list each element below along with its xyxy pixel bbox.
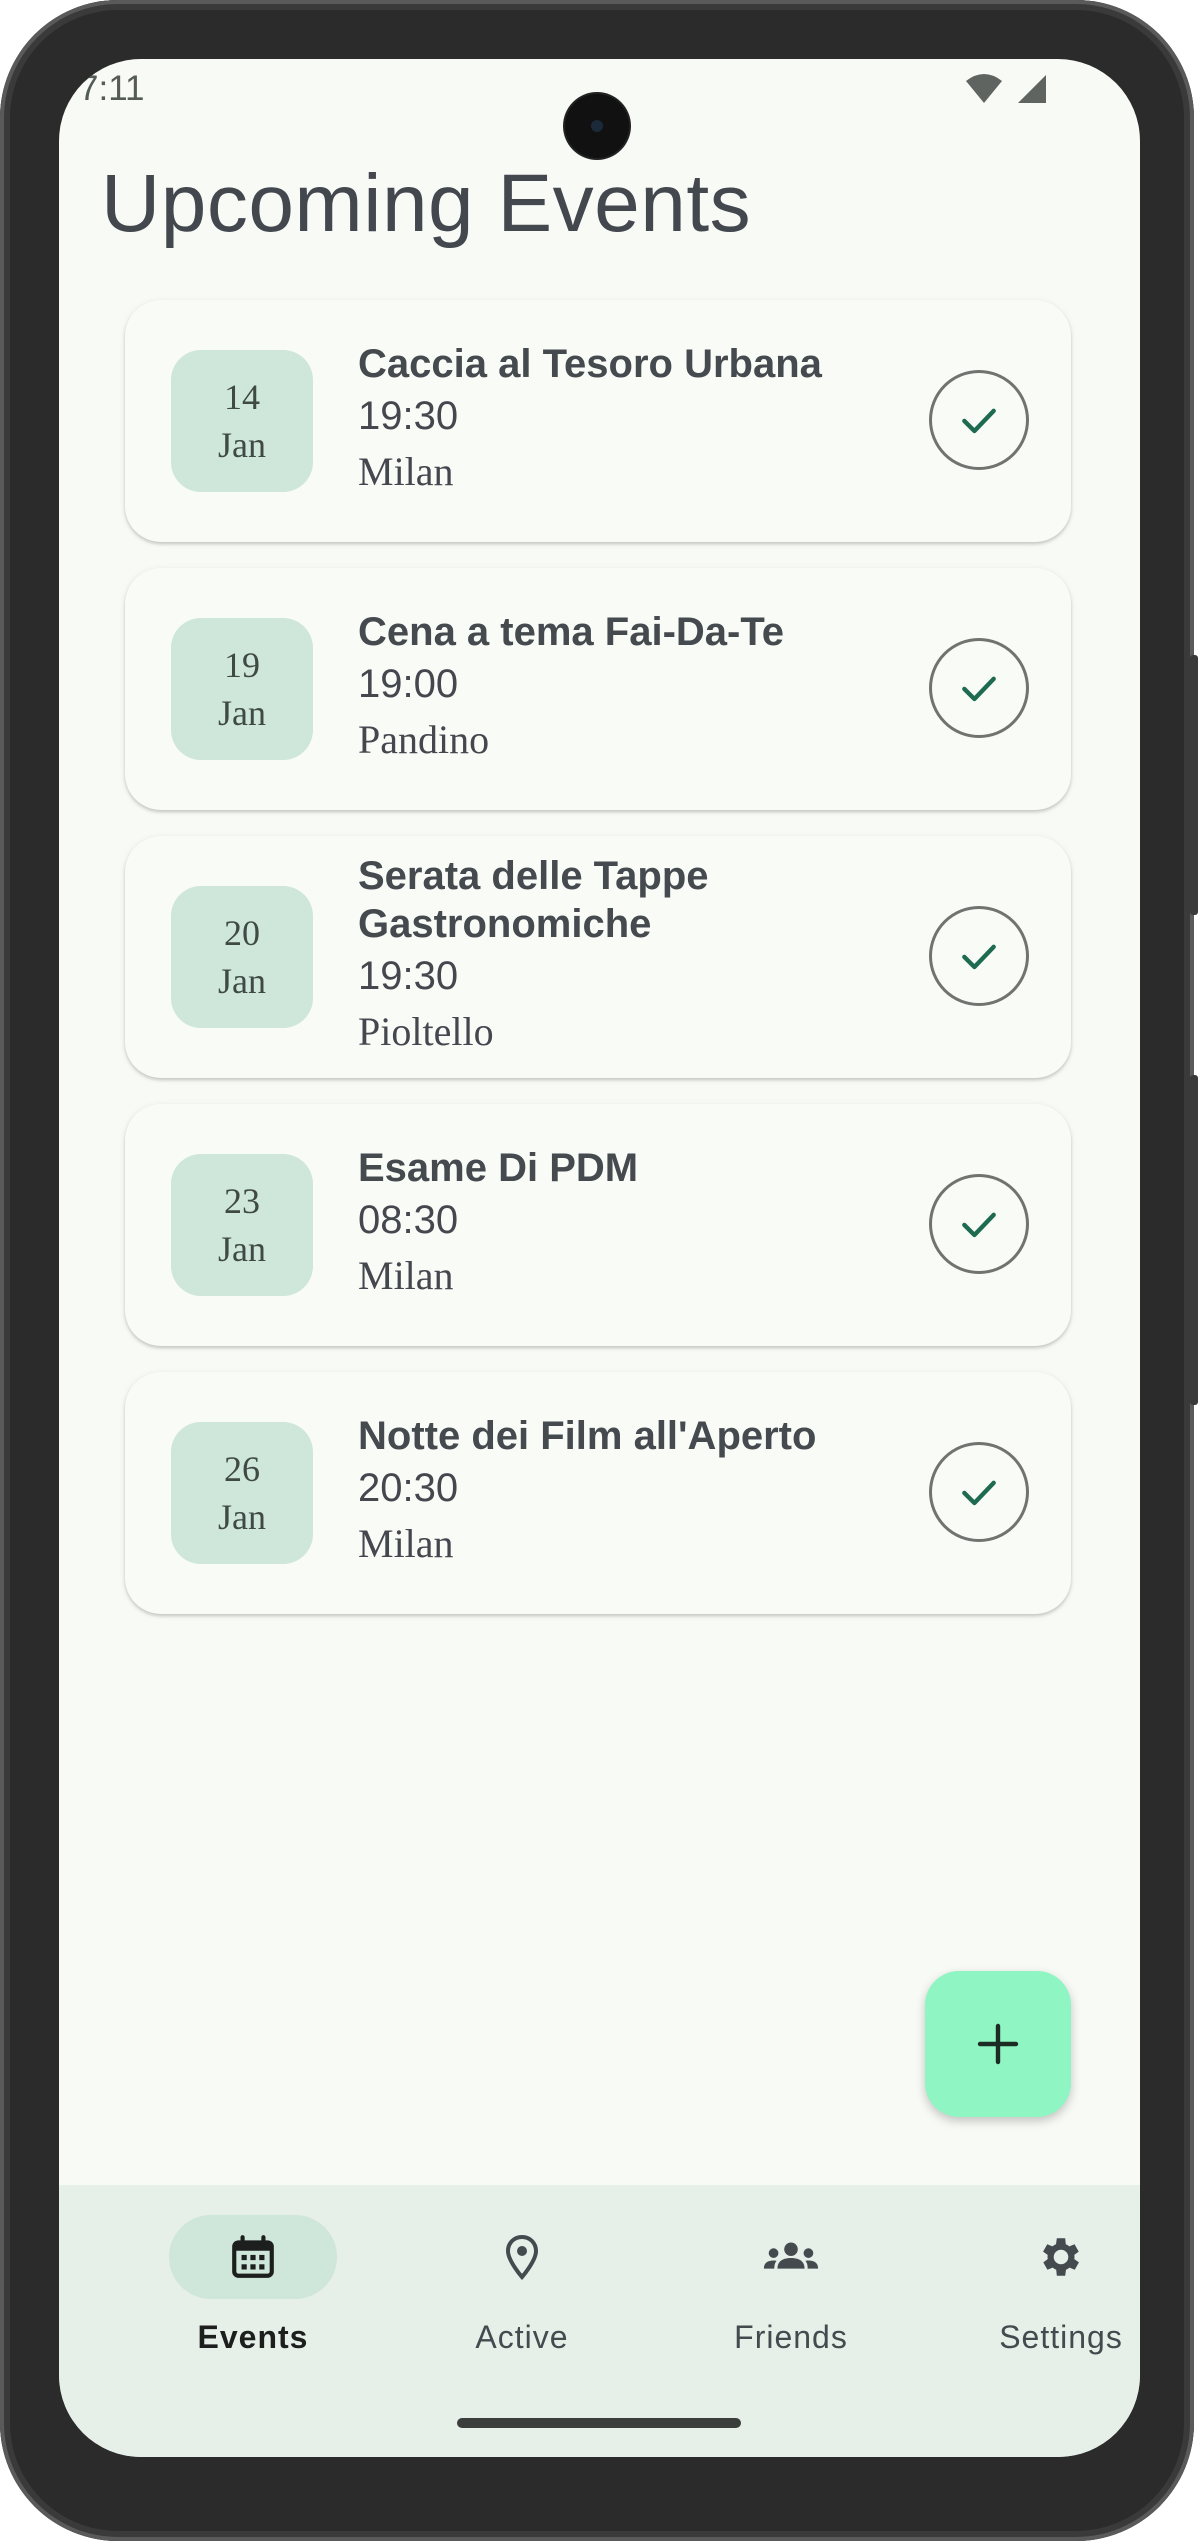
check-icon — [962, 676, 996, 702]
volume-button — [1190, 1075, 1198, 1405]
nav-item-events[interactable]: Events — [138, 2215, 368, 2356]
group-icon — [763, 2242, 819, 2269]
add-event-fab[interactable] — [925, 1971, 1071, 2117]
nav-item-friends[interactable]: Friends — [676, 2215, 906, 2356]
event-month: Jan — [218, 1229, 266, 1269]
event-title: Cena a tema Fai-Da-Te — [358, 610, 785, 654]
event-info: Cena a tema Fai-Da-Te 19:00 Pandino — [358, 608, 918, 768]
event-place: Milan — [358, 1253, 454, 1298]
event-place: Milan — [358, 1521, 454, 1566]
event-date-badge: 19 Jan — [171, 618, 313, 760]
event-title: Serata delle Tappe Gastronomiche — [358, 854, 709, 946]
check-icon — [962, 408, 996, 434]
camera-cutout — [565, 94, 629, 158]
nav-item-active[interactable]: Active — [407, 2215, 637, 2356]
phone-frame: 7:11 Upcoming Events 14 Jan Caccia al Te… — [0, 0, 1198, 2541]
check-icon — [962, 944, 996, 970]
event-info: Notte dei Film all'Aperto 20:30 Milan — [358, 1412, 918, 1572]
event-date-badge: 20 Jan — [171, 886, 313, 1028]
event-date-badge: 23 Jan — [171, 1154, 313, 1296]
gear-icon — [1043, 2238, 1079, 2276]
add-icon — [977, 2023, 1019, 2065]
signal-icon — [1014, 73, 1048, 110]
gesture-bar[interactable] — [457, 2418, 741, 2428]
power-button — [1190, 655, 1198, 915]
screen: 7:11 Upcoming Events 14 Jan Caccia al Te… — [59, 59, 1140, 2457]
nav-active-indicator — [169, 2215, 337, 2299]
nav-indicator — [438, 2215, 606, 2299]
event-title: Esame Di PDM — [358, 1146, 639, 1190]
page-title: Upcoming Events — [101, 158, 752, 249]
event-day: 26 — [224, 1449, 260, 1489]
event-card[interactable]: 23 Jan Esame Di PDM 08:30 Milan — [125, 1104, 1071, 1346]
status-icons — [964, 73, 1048, 110]
event-info: Serata delle Tappe Gastronomiche 19:30 P… — [358, 852, 758, 1060]
check-icon — [962, 1480, 996, 1506]
event-day: 19 — [224, 645, 260, 685]
event-card[interactable]: 14 Jan Caccia al Tesoro Urbana 19:30 Mil… — [125, 300, 1071, 542]
nav-indicator — [977, 2215, 1140, 2299]
event-place: Milan — [358, 449, 454, 494]
confirm-check-button[interactable] — [929, 638, 1029, 738]
nav-label-settings: Settings — [999, 2319, 1123, 2355]
event-card[interactable]: 20 Jan Serata delle Tappe Gastronomiche … — [125, 836, 1071, 1078]
nav-item-settings[interactable]: Settings — [946, 2215, 1140, 2356]
event-date-badge: 26 Jan — [171, 1422, 313, 1564]
event-title: Caccia al Tesoro Urbana — [358, 342, 822, 386]
event-time: 19:30 — [358, 394, 459, 438]
event-day: 20 — [224, 913, 260, 953]
event-time: 19:30 — [358, 954, 459, 998]
nav-label-active: Active — [475, 2319, 569, 2355]
check-icon — [962, 1212, 996, 1238]
calendar-icon — [232, 2235, 274, 2278]
event-day: 14 — [224, 377, 260, 417]
nav-label-events: Events — [197, 2319, 309, 2355]
event-date-badge: 14 Jan — [171, 350, 313, 492]
location-pin-icon — [505, 2234, 539, 2281]
event-time: 20:30 — [358, 1466, 459, 1510]
bottom-navigation: Events Active Friends Settings — [59, 2185, 1140, 2457]
event-place: Pandino — [358, 717, 490, 762]
event-day: 23 — [224, 1181, 260, 1221]
status-time: 7:11 — [79, 69, 145, 108]
wifi-icon — [964, 73, 1004, 110]
event-card[interactable]: 26 Jan Notte dei Film all'Aperto 20:30 M… — [125, 1372, 1071, 1614]
event-time: 08:30 — [358, 1198, 459, 1242]
event-title: Notte dei Film all'Aperto — [358, 1414, 817, 1458]
event-time: 19:00 — [358, 662, 459, 706]
confirm-check-button[interactable] — [929, 906, 1029, 1006]
event-month: Jan — [218, 693, 266, 733]
event-place: Pioltello — [358, 1009, 494, 1054]
event-month: Jan — [218, 961, 266, 1001]
event-info: Caccia al Tesoro Urbana 19:30 Milan — [358, 340, 918, 500]
nav-label-friends: Friends — [734, 2319, 848, 2355]
event-month: Jan — [218, 425, 266, 465]
nav-indicator — [707, 2215, 875, 2299]
event-info: Esame Di PDM 08:30 Milan — [358, 1144, 918, 1304]
event-card[interactable]: 19 Jan Cena a tema Fai-Da-Te 19:00 Pandi… — [125, 568, 1071, 810]
confirm-check-button[interactable] — [929, 370, 1029, 470]
confirm-check-button[interactable] — [929, 1442, 1029, 1542]
event-month: Jan — [218, 1497, 266, 1537]
confirm-check-button[interactable] — [929, 1174, 1029, 1274]
